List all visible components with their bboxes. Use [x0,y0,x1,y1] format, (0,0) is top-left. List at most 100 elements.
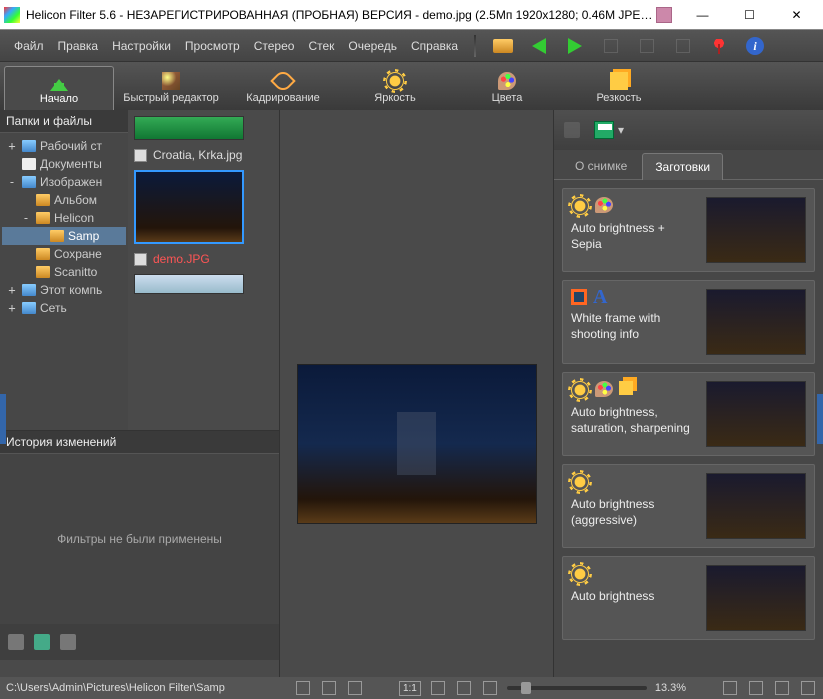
open-folder-button[interactable] [492,35,514,57]
tree-item[interactable]: Scanitto [2,263,126,281]
geotag-button[interactable] [708,35,730,57]
thumb-size-3-button[interactable] [348,681,362,695]
tree-label: Этот компь [40,283,102,297]
menu-stack[interactable]: Стек [302,35,340,57]
layout-3-button[interactable] [775,681,789,695]
tree-expander[interactable]: + [6,301,18,315]
menubar: Файл Правка Настройки Просмотр Стерео Ст… [0,30,823,62]
tab-colors[interactable]: Цвета [452,66,562,110]
layout-1-button[interactable] [723,681,737,695]
preset-item[interactable]: Auto brightness [562,556,815,640]
layout-2-button[interactable] [749,681,763,695]
layout-4-button[interactable] [801,681,815,695]
sun-icon [571,381,589,399]
save-button[interactable]: ▾ [594,121,624,139]
sharpen-icon [610,72,628,90]
tab-about-image[interactable]: О снимке [562,152,640,179]
menu-edit[interactable]: Правка [52,35,105,57]
folder-tree[interactable]: + Рабочий ст Документы-ИзображенАльбом-Hel… [0,133,128,430]
tab-crop[interactable]: Кадрирование [228,66,338,110]
text-A-icon: A [593,289,607,305]
zoom-mode-3-button[interactable] [483,681,497,695]
preview-image [297,364,537,524]
tool-disabled-3 [672,35,694,57]
folder-icon [36,212,50,224]
right-tool-disabled-icon [564,122,580,138]
maximize-button[interactable]: ☐ [727,1,772,29]
history-undo-icon[interactable] [8,634,24,650]
thumbnail-partial[interactable] [134,116,244,140]
tree-expander[interactable]: - [20,211,32,225]
presets-list[interactable]: Auto brightness + Sepia A White frame with… [554,180,823,677]
save-icon [594,121,614,139]
tree-item[interactable]: Сохране [2,245,126,263]
history-empty-text: Фильтры не были применены [0,454,279,624]
tab-quick-editor[interactable]: Быстрый редактор [116,66,226,110]
zoom-slider-knob[interactable] [521,682,531,694]
left-pane-collapse-handle[interactable] [0,394,6,444]
close-button[interactable]: ✕ [774,1,819,29]
history-apply-icon[interactable] [34,634,50,650]
tree-item[interactable]: + Рабочий ст [2,137,126,155]
menu-view[interactable]: Просмотр [179,35,246,57]
tab-presets[interactable]: Заготовки [642,153,723,180]
thumbnails-panel[interactable]: Croatia, Krka.jpgdemo.JPG [128,110,279,430]
info-button[interactable]: i [744,35,766,57]
minimize-button[interactable]: — [680,1,725,29]
right-pane-collapse-handle[interactable] [817,394,823,444]
folders-header: Папки и файлы [0,110,128,133]
wand-icon [162,72,180,90]
thumbnail-image[interactable] [134,170,244,244]
drive-icon [22,284,36,296]
tab-quick-label: Быстрый редактор [123,92,219,104]
tab-sharpness[interactable]: Резкость [564,66,674,110]
palette-icon [595,197,613,213]
tree-item[interactable]: +Сеть [2,299,126,317]
tree-item[interactable]: + Этот компь [2,281,126,299]
twosq-icon [619,381,633,395]
thumbnail-name: Croatia, Krka.jpg [153,148,242,162]
menu-help[interactable]: Справка [405,35,464,57]
tree-expander[interactable]: - [6,175,18,189]
zoom-mode-2-button[interactable] [457,681,471,695]
thumb-size-2-button[interactable] [322,681,336,695]
tree-item[interactable]: Альбом [2,191,126,209]
prev-image-button[interactable] [528,35,550,57]
preset-item[interactable]: Auto brightness + Sepia [562,188,815,272]
preset-label: White frame with shooting info [571,311,698,342]
palette-icon [595,381,613,397]
preview-area[interactable] [280,110,553,677]
tree-item[interactable]: -Helicon [2,209,126,227]
preset-item[interactable]: Auto brightness, saturation, sharpening [562,372,815,456]
tab-brightness[interactable]: Яркость [340,66,450,110]
tree-expander[interactable]: + [6,283,18,297]
thumb-size-1-button[interactable] [296,681,310,695]
zoom-mode-1-button[interactable] [431,681,445,695]
menu-file[interactable]: Файл [8,35,50,57]
tree-expander[interactable]: + [6,139,18,153]
menu-queue[interactable]: Очередь [342,35,403,57]
zoom-fit-button[interactable]: 1:1 [399,681,421,696]
preset-item[interactable]: Auto brightness (aggressive) [562,464,815,548]
tree-item[interactable]: Samp [2,227,126,245]
preset-thumbnail [706,565,806,631]
history-redo-icon[interactable] [60,634,76,650]
tree-label: Сохране [54,247,102,261]
copy-icon[interactable] [656,7,672,23]
right-toolbar: ▾ [554,110,823,150]
thumbnail-checkbox[interactable] [134,149,147,162]
tree-item[interactable]: -Изображен [2,173,126,191]
tab-start[interactable]: Начало [4,66,114,110]
thumbnail-checkbox[interactable] [134,253,147,266]
doc-icon [22,158,36,170]
next-image-button[interactable] [564,35,586,57]
menu-stereo[interactable]: Стерео [248,35,301,57]
thumbnail-partial[interactable] [134,274,244,294]
zoom-slider[interactable] [507,686,647,690]
tree-item[interactable]: Документы [2,155,126,173]
menubar-separator [474,35,476,57]
tab-start-label: Начало [40,93,78,105]
menu-settings[interactable]: Настройки [106,35,177,57]
preset-item[interactable]: A White frame with shooting info [562,280,815,364]
tree-label: Рабочий ст [40,139,102,153]
